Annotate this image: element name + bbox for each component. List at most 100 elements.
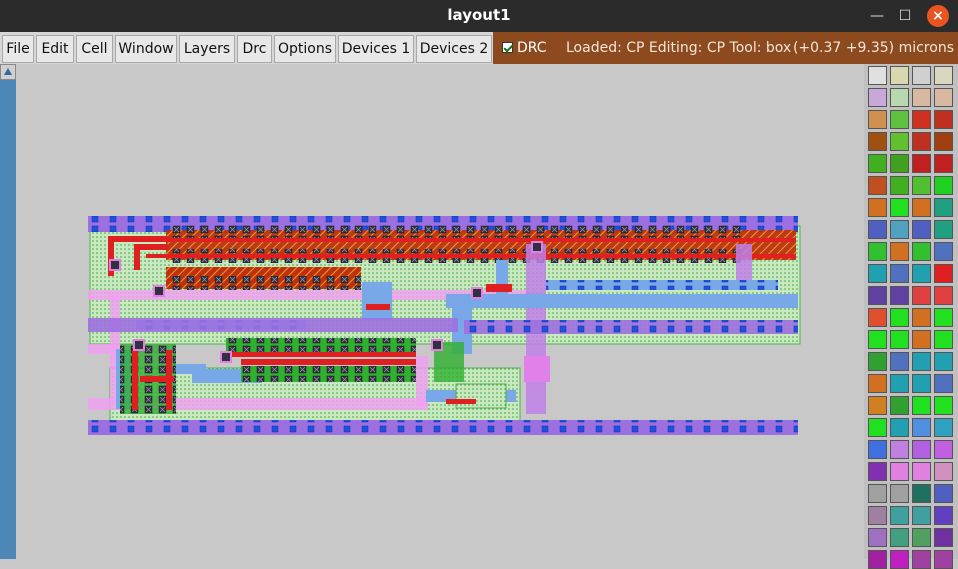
layer-swatch[interactable] (934, 308, 953, 327)
layer-swatch[interactable] (912, 418, 931, 437)
layer-swatch[interactable] (890, 374, 909, 393)
layer-swatch[interactable] (934, 110, 953, 129)
layer-swatch[interactable] (868, 462, 887, 481)
layer-swatch[interactable] (912, 176, 931, 195)
layer-swatch[interactable] (934, 154, 953, 173)
layer-swatch[interactable] (868, 506, 887, 525)
layer-swatch[interactable] (868, 110, 887, 129)
layout-canvas[interactable] (16, 64, 864, 559)
layer-swatch[interactable] (890, 154, 909, 173)
layer-swatch[interactable] (934, 132, 953, 151)
menu-devices-1[interactable]: Devices 1 (338, 35, 414, 63)
layer-swatch[interactable] (890, 528, 909, 547)
layer-swatch[interactable] (890, 418, 909, 437)
layer-swatch[interactable] (934, 286, 953, 305)
layer-swatch[interactable] (912, 550, 931, 569)
layout-drawing[interactable] (16, 64, 864, 559)
vertical-scrollbar[interactable] (0, 64, 16, 559)
layer-swatch[interactable] (934, 418, 953, 437)
layer-swatch[interactable] (890, 198, 909, 217)
layer-swatch[interactable] (890, 308, 909, 327)
layer-swatch[interactable] (912, 88, 931, 107)
layer-swatch[interactable] (868, 528, 887, 547)
layer-swatch[interactable] (912, 352, 931, 371)
menu-options[interactable]: Options (274, 35, 336, 63)
layer-swatch[interactable] (868, 154, 887, 173)
layer-swatch[interactable] (912, 154, 931, 173)
layer-swatch[interactable] (912, 440, 931, 459)
layer-swatch[interactable] (868, 550, 887, 569)
layer-swatch[interactable] (890, 484, 909, 503)
maximize-icon[interactable]: ☐ (894, 5, 916, 27)
layer-swatch[interactable] (934, 484, 953, 503)
layer-swatch[interactable] (890, 330, 909, 349)
drc-checkbox[interactable] (502, 42, 513, 53)
layer-swatch[interactable] (934, 330, 953, 349)
layer-swatch[interactable] (868, 132, 887, 151)
drc-toggle[interactable]: DRC (493, 32, 550, 64)
layer-swatch[interactable] (890, 88, 909, 107)
layer-swatch[interactable] (890, 242, 909, 261)
menu-cell[interactable]: Cell (76, 35, 113, 63)
layer-swatch[interactable] (912, 66, 931, 85)
layer-swatch[interactable] (912, 286, 931, 305)
layer-swatch[interactable] (868, 308, 887, 327)
layer-swatch[interactable] (890, 352, 909, 371)
layer-swatch[interactable] (912, 308, 931, 327)
layer-swatch[interactable] (912, 220, 931, 239)
layer-swatch[interactable] (934, 264, 953, 283)
menu-layers[interactable]: Layers (179, 35, 235, 63)
layer-swatch[interactable] (868, 418, 887, 437)
minimize-icon[interactable]: — (866, 5, 888, 27)
layer-swatch[interactable] (934, 462, 953, 481)
layer-swatch[interactable] (912, 264, 931, 283)
layer-swatch[interactable] (868, 440, 887, 459)
layer-swatch[interactable] (912, 462, 931, 481)
layer-swatch[interactable] (868, 286, 887, 305)
layer-swatch[interactable] (868, 66, 887, 85)
layer-swatch[interactable] (912, 242, 931, 261)
layer-swatch[interactable] (912, 506, 931, 525)
layer-swatch[interactable] (912, 110, 931, 129)
layer-swatch[interactable] (934, 352, 953, 371)
layer-swatch[interactable] (934, 66, 953, 85)
layer-swatch[interactable] (934, 506, 953, 525)
menu-drc[interactable]: Drc (237, 35, 272, 63)
layer-swatch[interactable] (868, 242, 887, 261)
close-icon[interactable]: × (927, 5, 949, 27)
layer-swatch[interactable] (868, 330, 887, 349)
layer-swatch[interactable] (868, 484, 887, 503)
layer-swatch[interactable] (934, 374, 953, 393)
layer-swatch[interactable] (934, 396, 953, 415)
layer-swatch[interactable] (890, 264, 909, 283)
layer-swatch[interactable] (890, 506, 909, 525)
layer-swatch[interactable] (934, 242, 953, 261)
layer-swatch[interactable] (890, 110, 909, 129)
scroll-up-icon[interactable] (0, 64, 16, 80)
menu-devices-2[interactable]: Devices 2 (416, 35, 492, 63)
layer-swatch[interactable] (868, 198, 887, 217)
layer-swatch[interactable] (934, 550, 953, 569)
layer-swatch[interactable] (912, 528, 931, 547)
layer-swatch[interactable] (868, 374, 887, 393)
layer-swatch[interactable] (868, 220, 887, 239)
menu-window[interactable]: Window (115, 35, 177, 63)
layer-swatch[interactable] (912, 330, 931, 349)
layer-swatch[interactable] (934, 198, 953, 217)
layer-swatch[interactable] (934, 176, 953, 195)
layer-swatch[interactable] (912, 374, 931, 393)
layer-swatch[interactable] (934, 220, 953, 239)
layer-swatch[interactable] (912, 484, 931, 503)
layer-swatch[interactable] (890, 286, 909, 305)
layer-swatch[interactable] (890, 396, 909, 415)
layer-swatch[interactable] (868, 396, 887, 415)
layer-swatch[interactable] (890, 440, 909, 459)
layer-swatch[interactable] (890, 462, 909, 481)
layer-swatch[interactable] (890, 66, 909, 85)
layer-swatch[interactable] (868, 88, 887, 107)
layer-swatch[interactable] (890, 220, 909, 239)
layer-swatch[interactable] (934, 528, 953, 547)
layer-swatch[interactable] (912, 396, 931, 415)
menu-file[interactable]: File (2, 35, 34, 63)
layer-swatch[interactable] (912, 198, 931, 217)
